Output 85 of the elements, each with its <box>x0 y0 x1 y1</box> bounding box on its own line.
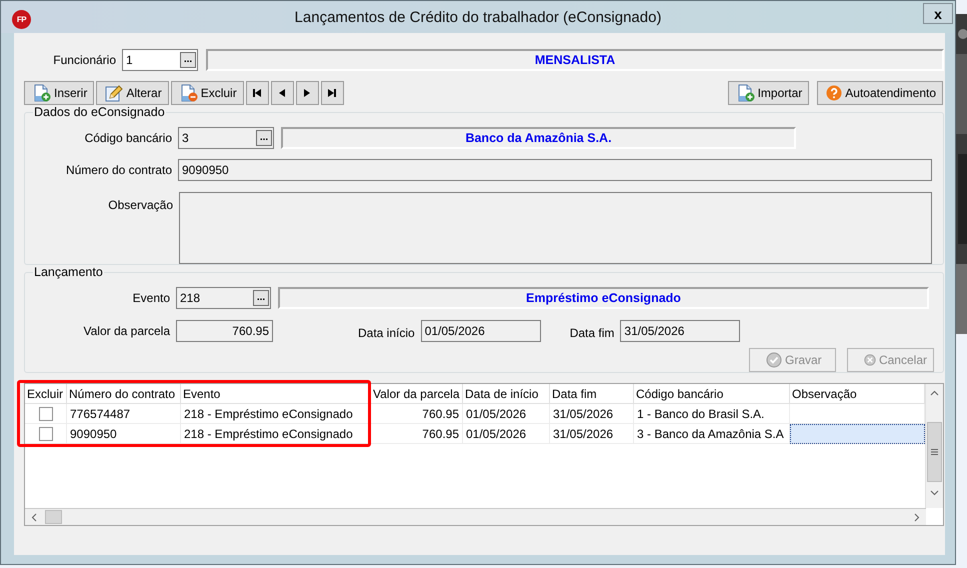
installment-field[interactable]: 760.95 <box>176 320 273 342</box>
field-value: 218 <box>180 291 200 305</box>
document-plus-icon <box>736 84 755 102</box>
employee-field[interactable]: 1 ... <box>122 49 198 71</box>
chevron-up-icon <box>930 390 939 396</box>
column-header[interactable]: Data fim <box>550 384 634 404</box>
field-label: Código bancário <box>84 131 173 145</box>
notes-field[interactable] <box>179 192 932 264</box>
insert-button[interactable]: Inserir <box>24 81 94 105</box>
chevron-left-icon <box>31 512 37 522</box>
table-cell: 31/05/2026 <box>550 424 634 444</box>
table-cell: 01/05/2026 <box>463 404 550 424</box>
pencil-icon <box>105 84 124 102</box>
field-value: 760.95 <box>232 324 269 338</box>
column-header[interactable]: Código bancário <box>634 384 790 404</box>
start-date-field[interactable]: 01/05/2026 <box>420 320 541 342</box>
x-circle-icon <box>864 352 876 368</box>
chevron-right-icon <box>914 512 920 522</box>
edit-button[interactable]: Alterar <box>96 81 169 105</box>
import-button[interactable]: Importar <box>728 81 810 105</box>
table-cell: 01/05/2026 <box>463 424 550 444</box>
end-date-field[interactable]: 31/05/2026 <box>620 320 740 342</box>
column-header[interactable]: Número do contrato <box>67 384 181 404</box>
event-field[interactable]: 218 ... <box>176 287 271 309</box>
self-service-button[interactable]: Autoatendimento <box>817 81 943 105</box>
table-cell: 760.95 <box>371 404 463 424</box>
description-display: Banco da Amazônia S.A. <box>281 127 796 149</box>
table-cell: 3 - Banco da Amazônia S.A <box>634 424 790 444</box>
next-record-icon <box>302 88 312 98</box>
previous-button[interactable] <box>270 81 294 105</box>
column-header[interactable]: Valor da parcela <box>371 384 463 404</box>
chevron-down-icon <box>930 490 939 496</box>
table-cell: 1 - Banco do Brasil S.A. <box>634 404 790 424</box>
table-cell[interactable] <box>790 424 925 444</box>
field-value: 31/05/2026 <box>624 324 684 338</box>
table-cell: 760.95 <box>371 424 463 444</box>
table-cell: 776574487 <box>67 404 181 424</box>
field-label: Funcionário <box>52 53 117 67</box>
grip-icon <box>931 449 938 455</box>
field-value: 3 <box>182 131 189 145</box>
scrollbar-thumb[interactable] <box>45 510 62 524</box>
lookup-button[interactable]: ... <box>253 290 269 306</box>
field-label: Observação <box>107 197 174 212</box>
previous-record-icon <box>277 88 288 98</box>
field-label: Valor da parcela <box>82 324 171 338</box>
next-button[interactable] <box>296 81 319 105</box>
field-value: 01/05/2026 <box>424 324 485 338</box>
field-value: 9090950 <box>182 163 229 177</box>
table-cell: 31/05/2026 <box>550 404 634 424</box>
check-circle-icon <box>766 352 782 368</box>
close-button[interactable]: x <box>923 3 953 24</box>
first-button[interactable] <box>246 81 269 105</box>
lookup-button[interactable]: ... <box>256 130 272 146</box>
column-header[interactable]: Excluir <box>25 384 67 404</box>
column-header[interactable]: Data de início <box>463 384 550 404</box>
column-header[interactable]: Observação <box>790 384 925 404</box>
description-display: Empréstimo eConsignado <box>278 287 929 309</box>
group-title: Lançamento <box>33 265 104 279</box>
contract-number-field[interactable]: 9090950 <box>178 159 932 181</box>
lookup-button[interactable]: ... <box>180 52 196 68</box>
description-display: MENSALISTA <box>206 49 944 71</box>
field-label: Evento <box>132 291 171 305</box>
bank-code-field[interactable]: 3 ... <box>178 127 274 149</box>
delete-button[interactable]: Excluir <box>170 81 244 105</box>
checkbox[interactable] <box>38 426 52 440</box>
scrollbar-thumb[interactable] <box>927 422 942 482</box>
field-label: Data início <box>358 325 416 340</box>
app-logo: FP <box>12 10 31 29</box>
table-cell: 218 - Empréstimo eConsignado <box>181 404 371 424</box>
window-title: Lançamentos de Crédito do trabalhador (eConsignado) <box>294 8 662 26</box>
field-value: 1 <box>126 53 133 67</box>
group-title: Dados do eConsignado <box>33 105 166 119</box>
document-plus-icon <box>33 84 51 102</box>
horizontal-scrollbar[interactable] <box>25 508 926 525</box>
document-minus-icon <box>180 84 198 102</box>
table-cell: 9090950 <box>67 424 181 444</box>
vertical-scrollbar[interactable] <box>925 384 943 508</box>
checkbox[interactable] <box>38 406 52 420</box>
last-record-icon <box>327 88 338 98</box>
field-label: Data fim <box>570 325 616 340</box>
table-cell: 218 - Empréstimo eConsignado <box>181 424 371 444</box>
help-icon <box>826 85 842 101</box>
field-label: Número do contrato <box>64 163 173 177</box>
last-button[interactable] <box>320 81 344 105</box>
first-record-icon <box>252 88 262 98</box>
